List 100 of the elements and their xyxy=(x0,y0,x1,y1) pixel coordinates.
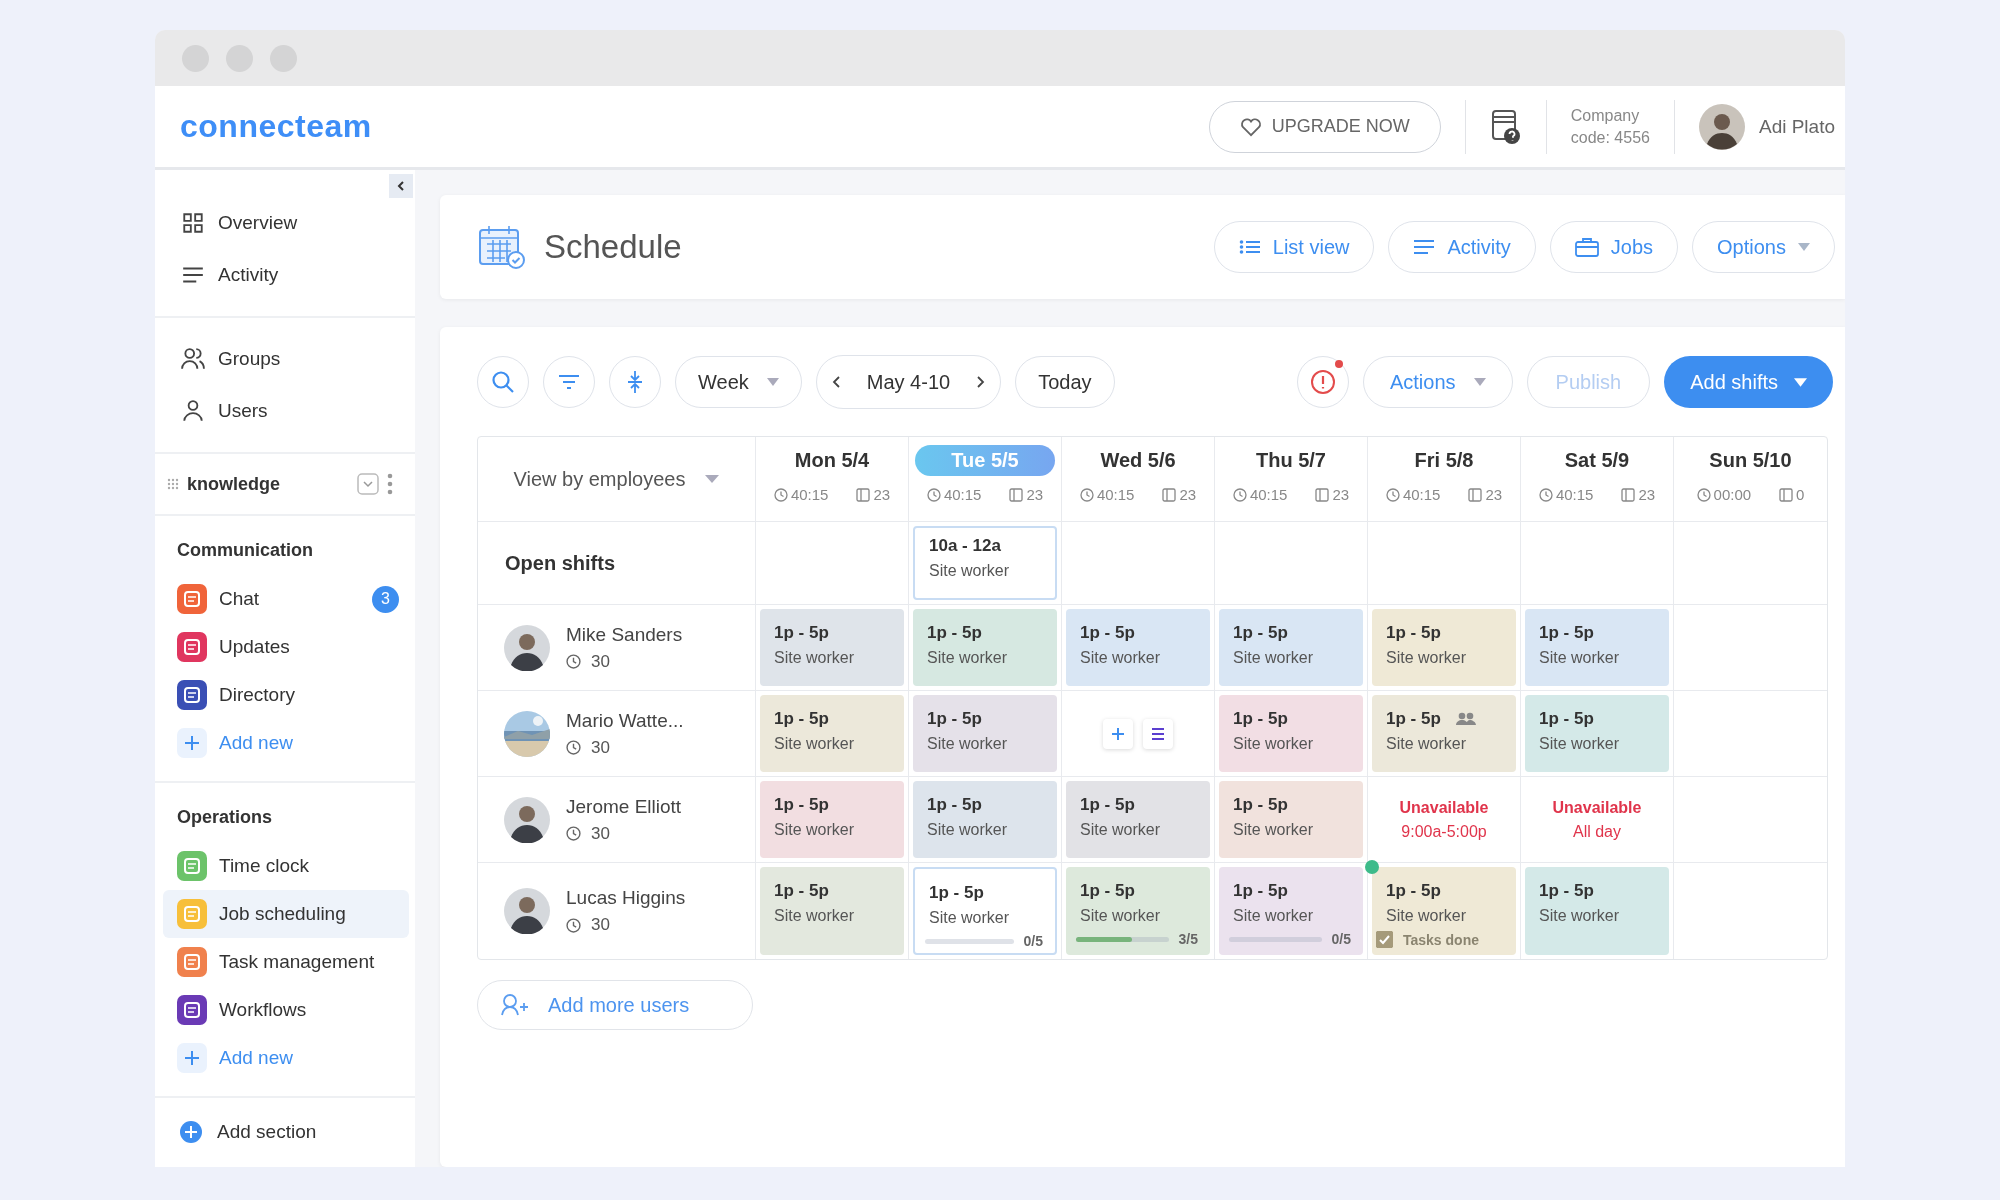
shift-time: 1p - 5p xyxy=(1233,623,1288,643)
avatar[interactable] xyxy=(1698,103,1745,150)
shift-card[interactable]: 1p - 5p Site worker xyxy=(1219,609,1363,686)
shift-card[interactable]: 1p - 5p Site worker xyxy=(1372,609,1516,686)
day-heading[interactable]: Mon 5/4 xyxy=(762,445,902,476)
shift-role: Site worker xyxy=(1233,821,1315,839)
app-item[interactable]: Time clock xyxy=(163,842,409,890)
shift-card[interactable]: 10a - 12a Site worker xyxy=(913,526,1057,600)
shift-card[interactable]: 1p - 5p Site worker xyxy=(760,867,904,955)
shift-role: Site worker xyxy=(774,649,856,667)
list-icon xyxy=(1238,238,1261,256)
employee-name[interactable]: Mario Watte... xyxy=(566,709,684,732)
dropdown-icon[interactable] xyxy=(357,473,379,495)
drag-handle-icon[interactable] xyxy=(167,478,179,490)
clock-icon xyxy=(1385,487,1400,502)
add-section-link[interactable]: Add section xyxy=(155,1098,415,1144)
day-heading[interactable]: Fri 5/8 xyxy=(1374,445,1514,476)
chevron-right-icon[interactable] xyxy=(976,375,987,389)
app-item[interactable]: Workflows xyxy=(163,986,409,1034)
shift-card[interactable]: 1p - 5p Site worker xyxy=(1219,695,1363,772)
nav-item[interactable]: Overview xyxy=(155,197,415,249)
app-item[interactable]: Updates xyxy=(163,623,409,671)
shift-card[interactable]: 1p - 5p Site worker Tasks done xyxy=(1372,867,1516,955)
filter-button[interactable] xyxy=(543,356,595,408)
shift-time: 1p - 5p xyxy=(1539,881,1594,901)
shift-card[interactable]: 1p - 5p Site worker xyxy=(760,609,904,686)
employee-name[interactable]: Mike Sanders xyxy=(566,623,683,646)
book-icon xyxy=(1162,487,1177,502)
shift-card[interactable]: 1p - 5p Site worker xyxy=(760,781,904,858)
help-book-icon[interactable] xyxy=(1489,107,1522,146)
employee-hours: 30 xyxy=(591,737,610,758)
upgrade-button[interactable]: UPGRADE NOW xyxy=(1208,100,1441,153)
day-hours: 40:15 xyxy=(1249,486,1288,503)
knowledge-label[interactable]: knowledge xyxy=(187,473,349,495)
shift-time: 1p - 5p xyxy=(927,709,982,729)
app-item[interactable]: Directory xyxy=(163,671,409,719)
search-icon xyxy=(491,370,515,394)
app-item[interactable]: Task management xyxy=(163,938,409,986)
clock-icon xyxy=(1538,487,1553,502)
more-icon[interactable] xyxy=(387,473,393,495)
add-shift-button[interactable] xyxy=(1103,718,1133,749)
chevron-left-icon[interactable] xyxy=(830,375,841,389)
shift-card[interactable]: 1p - 5p Site worker 0/5 xyxy=(913,867,1057,955)
range-dropdown[interactable]: Week xyxy=(675,356,802,408)
shift-card[interactable]: 1p - 5p Site worker xyxy=(913,695,1057,772)
book-icon xyxy=(1621,487,1636,502)
user-name[interactable]: Adi Plato xyxy=(1758,115,1835,138)
day-heading[interactable]: Sun 5/10 xyxy=(1680,445,1821,476)
shift-role: Site worker xyxy=(774,907,856,925)
shift-role: Site worker xyxy=(1233,735,1315,753)
shift-card[interactable]: 1p - 5p Site worker xyxy=(760,695,904,772)
search-button[interactable] xyxy=(477,356,529,408)
app-item[interactable]: Chat 3 xyxy=(163,575,409,623)
day-hours: 40:15 xyxy=(790,486,829,503)
checkbox[interactable] xyxy=(1376,931,1393,948)
nav-icon xyxy=(180,399,206,423)
shift-card[interactable]: 1p - 5p Site worker xyxy=(1066,781,1210,858)
shift-time: 1p - 5p xyxy=(1233,709,1288,729)
date-range-picker[interactable]: May 4-10 xyxy=(815,355,1002,409)
day-count: 23 xyxy=(1485,486,1503,503)
shift-role: Site worker xyxy=(1386,649,1468,667)
shift-role: Site worker xyxy=(774,735,856,753)
shift-time: 1p - 5p xyxy=(1233,881,1288,901)
shift-card[interactable]: 1p - 5p Site worker xyxy=(1525,867,1669,955)
caret-icon xyxy=(766,378,779,386)
view-by-dropdown[interactable]: View by employees xyxy=(513,467,720,491)
collapse-button[interactable] xyxy=(389,174,413,198)
employee-name[interactable]: Lucas Higgins xyxy=(566,887,686,909)
shift-card[interactable]: 1p - 5p Site worker xyxy=(1372,695,1516,772)
day-count: 0 xyxy=(1796,486,1805,503)
shift-card[interactable]: 1p - 5p Site worker xyxy=(913,609,1057,686)
collapse-rows-button[interactable] xyxy=(609,356,661,408)
day-heading[interactable]: Thu 5/7 xyxy=(1221,445,1361,476)
today-button[interactable]: Today xyxy=(1015,356,1115,408)
employee-name[interactable]: Jerome Elliott xyxy=(566,795,682,818)
day-count: 23 xyxy=(873,486,891,503)
shift-card[interactable]: 1p - 5p Site worker xyxy=(1066,609,1210,686)
shift-card[interactable]: 1p - 5p Site worker xyxy=(913,781,1057,858)
template-button[interactable] xyxy=(1143,718,1173,749)
shift-time: 10a - 12a xyxy=(929,536,1002,556)
plus-circle-icon xyxy=(179,1120,203,1144)
shift-role: Site worker xyxy=(1539,735,1621,753)
page-title: Schedule xyxy=(544,228,682,266)
day-heading[interactable]: Wed 5/6 xyxy=(1068,445,1208,476)
shift-card[interactable]: 1p - 5p Site worker 0/5 xyxy=(1219,867,1363,955)
employee-hours: 30 xyxy=(591,651,610,672)
shift-card[interactable]: 1p - 5p Site worker xyxy=(1525,695,1669,772)
shift-card[interactable]: 1p - 5p Site worker 3/5 xyxy=(1066,867,1210,955)
app-item[interactable]: Job scheduling xyxy=(163,890,409,938)
nav-item[interactable]: Users xyxy=(155,385,415,437)
section-title: Communication xyxy=(176,539,314,562)
shift-card[interactable]: 1p - 5p Site worker xyxy=(1219,781,1363,858)
nav-item[interactable]: Groups xyxy=(155,333,415,385)
shift-time: 1p - 5p xyxy=(774,709,829,729)
day-heading[interactable]: Sat 5/9 xyxy=(1527,445,1667,476)
shift-card[interactable]: 1p - 5p Site worker xyxy=(1525,609,1669,686)
nav-item[interactable]: Activity xyxy=(155,249,415,301)
plus-icon xyxy=(177,728,207,758)
shift-role: Site worker xyxy=(927,821,1009,839)
day-hours: 40:15 xyxy=(1096,486,1135,503)
